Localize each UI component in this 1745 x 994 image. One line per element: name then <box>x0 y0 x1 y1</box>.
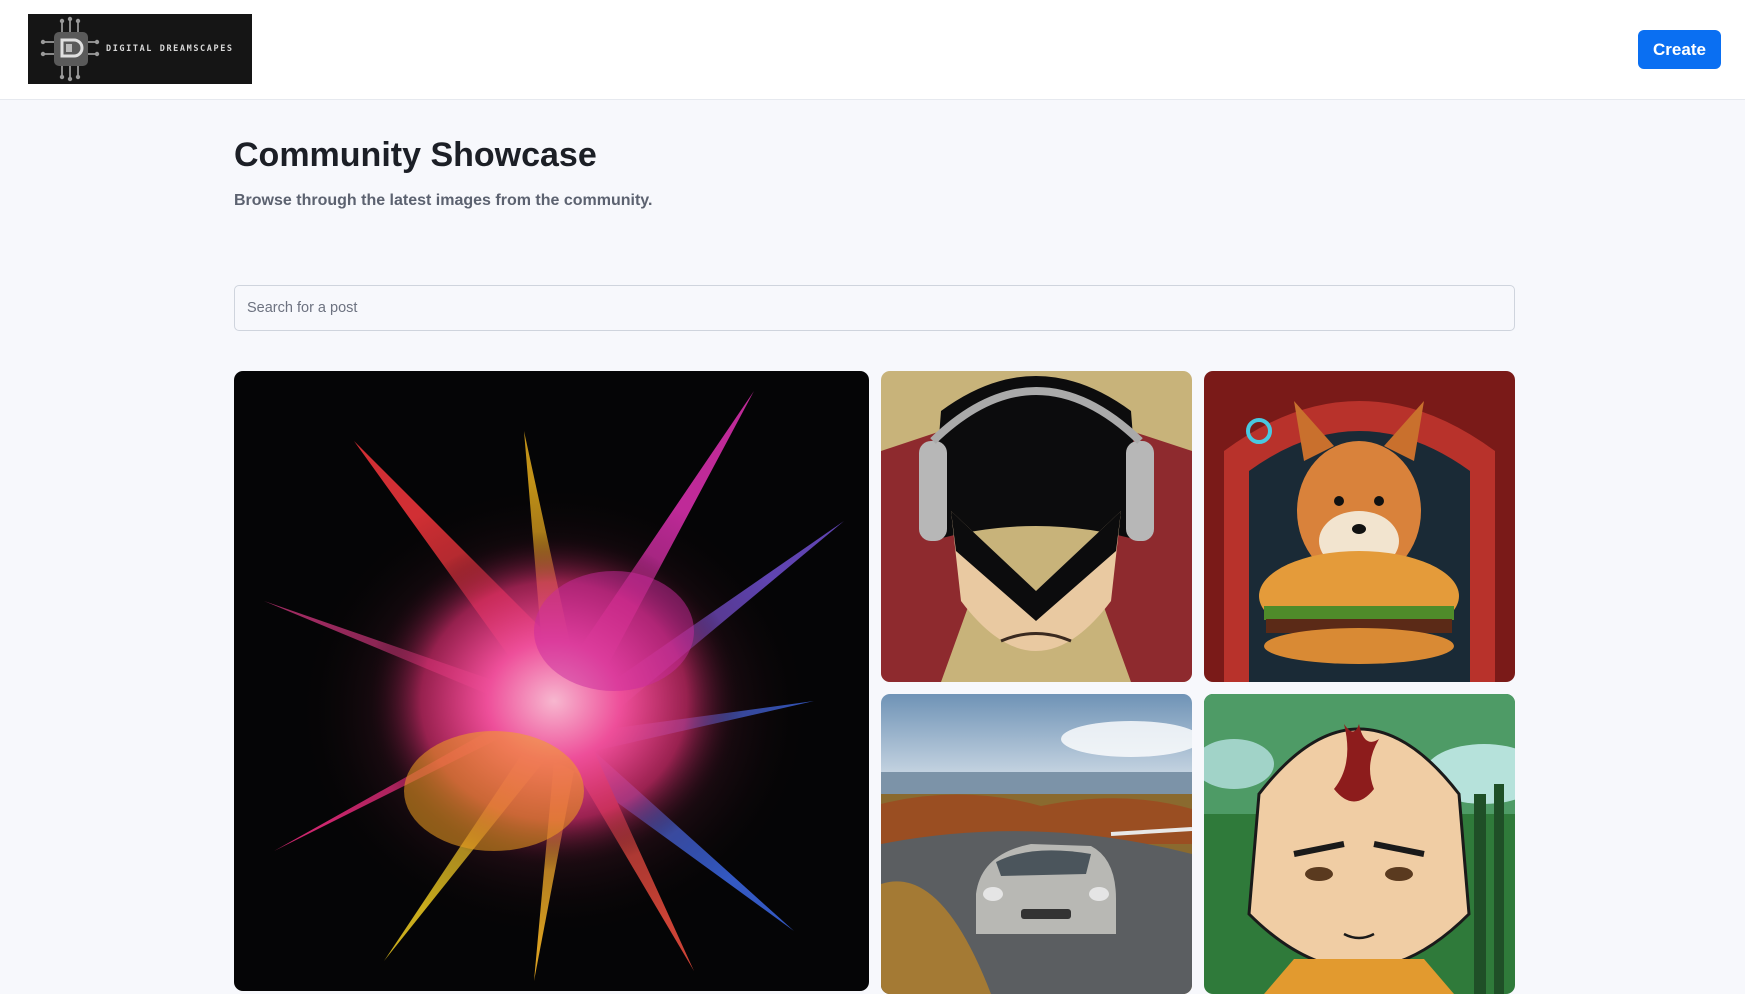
gallery-item-shiba-burger[interactable] <box>1204 371 1515 682</box>
monk-boy-image <box>1204 694 1515 994</box>
masked-hero-image <box>881 371 1192 682</box>
powder-explosion-image <box>234 371 869 991</box>
create-button[interactable]: Create <box>1638 30 1721 69</box>
circuit-logo-icon <box>40 16 100 82</box>
silver-car-image <box>881 694 1192 994</box>
brand-name: DIGITAL DREAMSCAPES <box>106 44 234 54</box>
gallery-item-monk-boy[interactable] <box>1204 694 1515 994</box>
page-subtitle: Browse through the latest images from th… <box>234 192 653 209</box>
shiba-burger-image <box>1204 371 1515 682</box>
brand-logo[interactable]: DIGITAL DREAMSCAPES <box>28 14 252 84</box>
gallery-item-masked-hero[interactable] <box>881 371 1192 682</box>
page-title: Community Showcase <box>234 136 597 174</box>
search-input[interactable] <box>234 285 1515 331</box>
gallery-item-silver-car[interactable] <box>881 694 1192 994</box>
top-header: DIGITAL DREAMSCAPES Create <box>0 0 1745 100</box>
gallery-item-powder-explosion[interactable] <box>234 371 869 991</box>
